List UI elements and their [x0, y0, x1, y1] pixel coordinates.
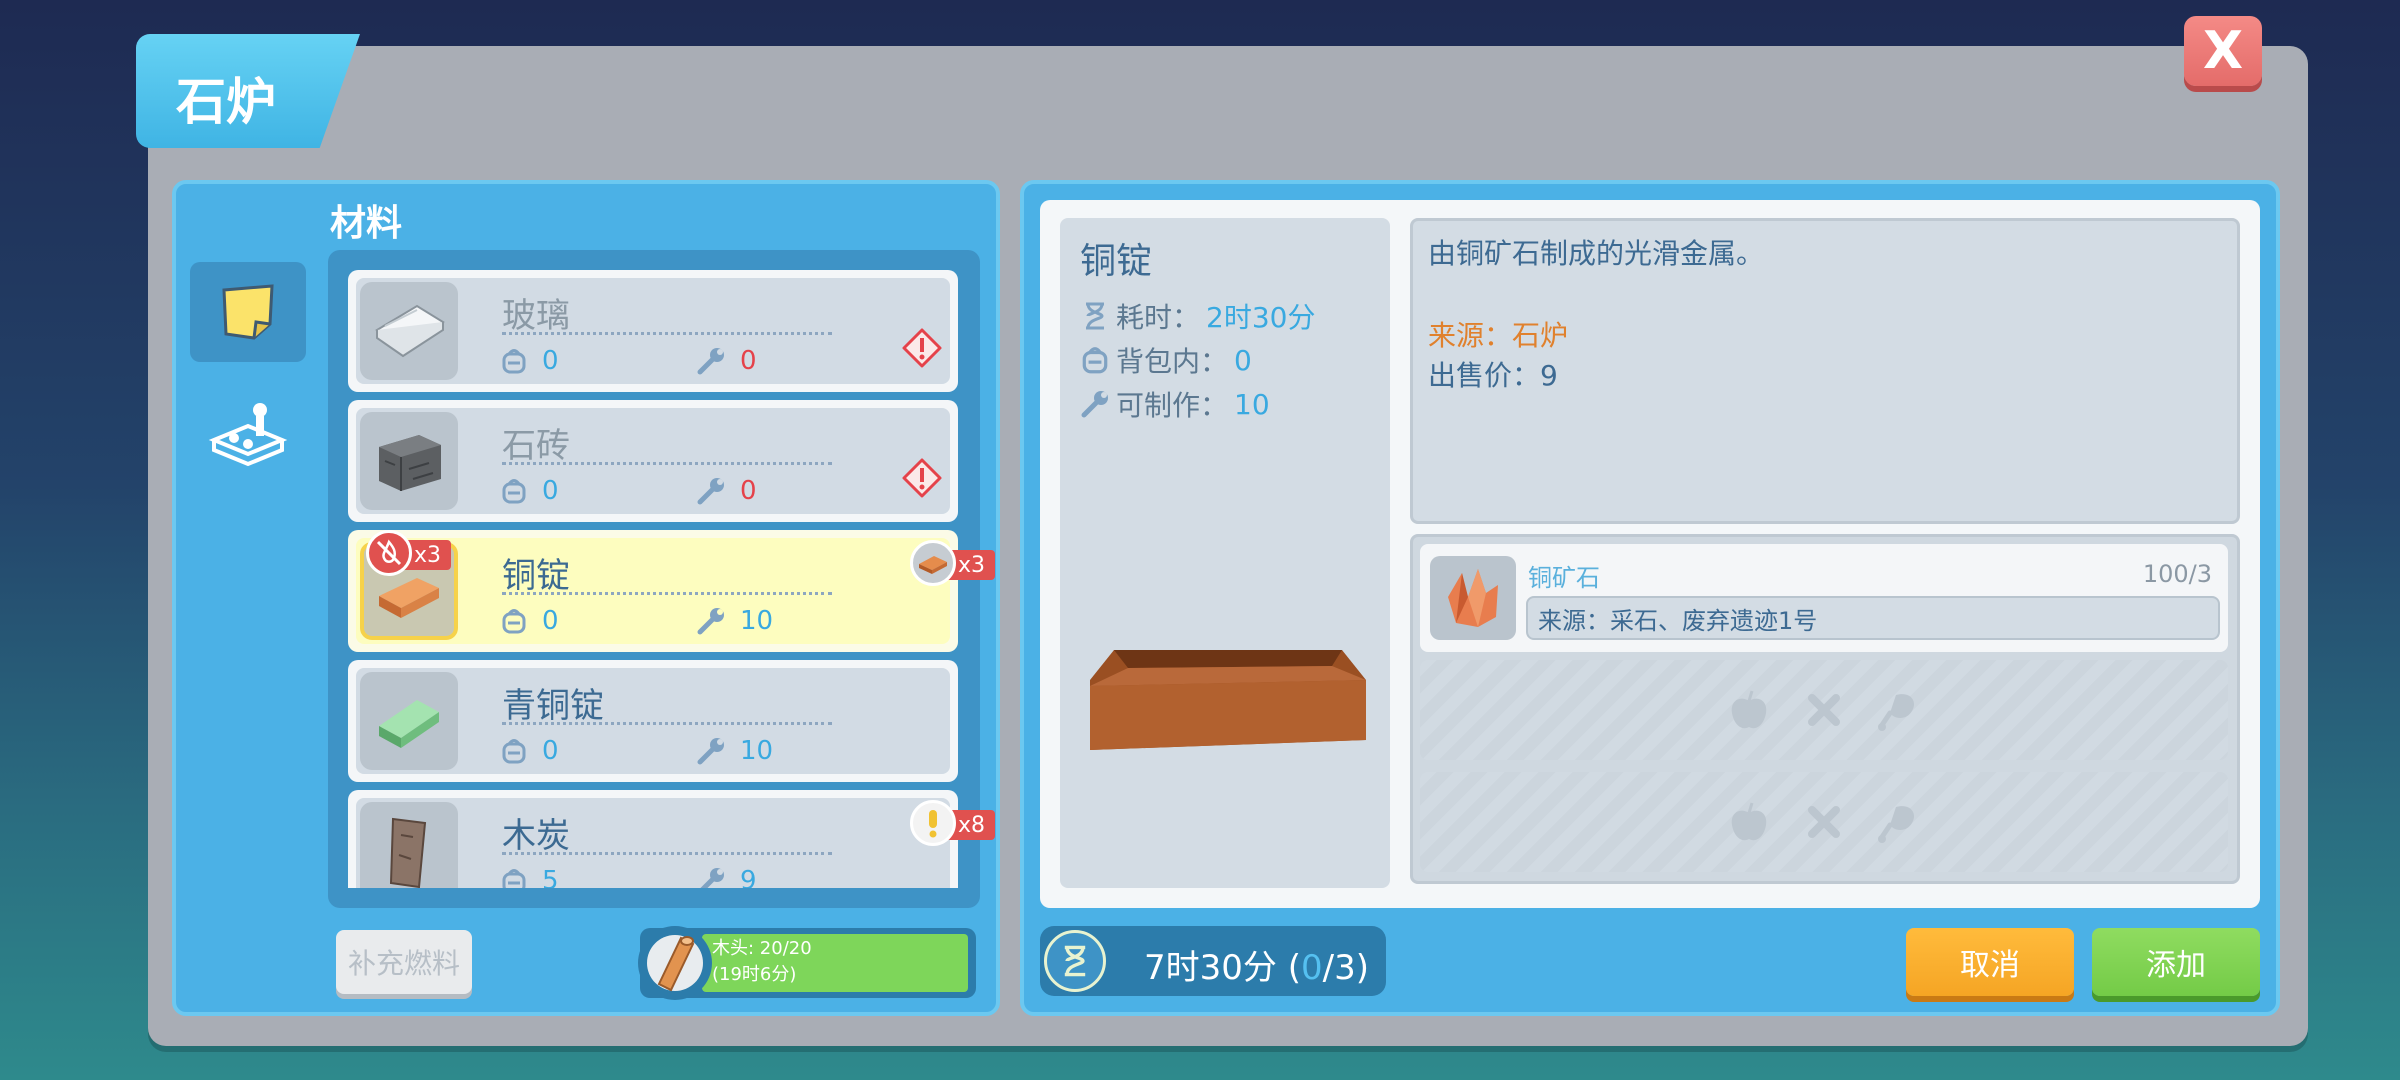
- apple-icon: [1731, 802, 1767, 841]
- craftable-count: 10: [740, 606, 774, 636]
- craftable-count: 10: [740, 736, 774, 766]
- fuel-status: 木头: 20/20 (19时6分): [638, 926, 976, 1000]
- empty-material-slot: [1420, 660, 2228, 760]
- category-tab-notes[interactable]: [190, 262, 306, 362]
- craft-time-label: 耗时：: [1116, 301, 1201, 334]
- item-name: 铜锭: [502, 556, 570, 596]
- wood-log-icon: [638, 926, 712, 1000]
- close-button[interactable]: X: [2184, 16, 2262, 86]
- list-item-charcoal[interactable]: 木炭 5 9: [348, 790, 958, 888]
- meat-icon: [1878, 694, 1915, 731]
- no-fire-icon: [366, 530, 412, 576]
- empty-material-slot: [1420, 772, 2228, 872]
- backpack-icon: [1082, 347, 1108, 374]
- category-tab-machines[interactable]: [196, 384, 300, 484]
- bag-label: 背包内：: [1116, 345, 1229, 378]
- wrench-icon: [697, 478, 724, 505]
- hourglass-icon: [1086, 302, 1104, 330]
- alert-badge: x8: [910, 800, 996, 846]
- timer-text: 7时30分 (0/3): [1144, 940, 1369, 989]
- sticky-note-icon: [222, 284, 274, 340]
- timer-max: /3): [1322, 948, 1369, 988]
- item-source: 来源：石炉: [1428, 319, 1569, 352]
- wrench-icon: [697, 738, 724, 765]
- cross-icon: [1808, 806, 1840, 838]
- exclamation-icon: [910, 800, 956, 846]
- material-name: 铜矿石: [1528, 564, 1600, 592]
- wrench-icon: [697, 348, 724, 375]
- window-title: 石炉: [176, 73, 276, 131]
- bag-count: 0: [542, 346, 559, 376]
- apple-icon: [1731, 690, 1767, 729]
- craft-time-row: 耗时： 2时30分: [1080, 296, 1315, 336]
- craft-time-value: 2时30分: [1206, 301, 1316, 334]
- timer-current: 0: [1300, 948, 1323, 988]
- cancel-button[interactable]: 取消: [1906, 928, 2074, 996]
- fuel-amount: 木头: 20/20: [712, 938, 812, 959]
- bag-count: 0: [542, 606, 559, 636]
- cross-icon: [1808, 694, 1840, 726]
- material-source: 来源：采石、废弃遗迹1号: [1526, 596, 2220, 640]
- detail-item-name: 铜锭: [1080, 241, 1153, 282]
- badge-count: x3: [958, 552, 986, 578]
- refuel-button[interactable]: 补充燃料: [336, 930, 472, 994]
- backpack-icon: [502, 479, 526, 504]
- item-name: 玻璃: [502, 296, 570, 336]
- craftable-label: 可制作：: [1116, 389, 1229, 422]
- charcoal-icon: [360, 802, 458, 888]
- list-item-glass[interactable]: 玻璃 0 0: [348, 270, 958, 392]
- wrench-icon: [1081, 391, 1108, 418]
- craftable-count: 0: [740, 346, 757, 376]
- bronze-ingot-icon: [360, 672, 458, 770]
- craftable-row: 可制作： 10: [1080, 384, 1270, 424]
- list-item-stone-brick[interactable]: 石砖 0 0: [348, 400, 958, 522]
- item-name: 青铜锭: [502, 686, 604, 726]
- backpack-icon: [502, 739, 526, 764]
- badge-count: x8: [958, 812, 986, 838]
- backpack-icon: [502, 349, 526, 374]
- bag-count: 5: [542, 866, 559, 888]
- material-row[interactable]: 铜矿石 100/3 来源：采石、废弃遗迹1号: [1420, 544, 2228, 652]
- machine-parts-icon: [208, 403, 288, 467]
- wrench-icon: [700, 868, 724, 888]
- add-button[interactable]: 添加: [2092, 928, 2260, 996]
- bag-row: 背包内： 0: [1080, 340, 1252, 380]
- backpack-icon: [502, 869, 526, 888]
- craftable-count: 9: [740, 866, 757, 888]
- craft-timer: 7时30分 (0/3): [1040, 926, 1386, 996]
- ingot-stack-icon: [910, 540, 956, 586]
- item-name: 石砖: [502, 426, 570, 466]
- item-name: 木炭: [502, 816, 570, 856]
- craftable-value: 10: [1234, 387, 1270, 421]
- material-count: 100/3: [2142, 560, 2212, 588]
- bag-count: 0: [542, 476, 559, 506]
- copper-ingot-preview: [1090, 650, 1366, 750]
- stone-brick-icon: [360, 412, 458, 510]
- bag-count: 0: [542, 736, 559, 766]
- warning-icon: [902, 328, 942, 368]
- craftable-count: 0: [740, 476, 757, 506]
- no-fuel-badge: x3: [366, 530, 452, 576]
- timer-total: 7时30分 (: [1144, 948, 1301, 988]
- fuel-time: (19时6分): [712, 964, 797, 985]
- badge-count: x3: [414, 542, 442, 568]
- glass-icon: [360, 282, 458, 380]
- list-item-bronze-ingot[interactable]: 青铜锭 0 10: [348, 660, 958, 782]
- hourglass-icon: [1044, 930, 1106, 992]
- item-price: 出售价：9: [1428, 359, 1558, 392]
- item-description: 由铜矿石制成的光滑金属。: [1428, 237, 1765, 270]
- bag-value: 0: [1234, 343, 1252, 377]
- copper-ore-icon: [1430, 556, 1516, 640]
- item-list[interactable]: 玻璃 0 0 石砖 0 0 铜锭 0 10 青铜锭 0 10 木炭 5 9: [328, 250, 980, 908]
- bundle-badge: x3: [910, 540, 996, 586]
- warning-icon: [902, 458, 942, 498]
- backpack-icon: [502, 609, 526, 634]
- meat-icon: [1878, 806, 1915, 843]
- wrench-icon: [697, 608, 724, 635]
- section-label: 材料: [330, 203, 403, 244]
